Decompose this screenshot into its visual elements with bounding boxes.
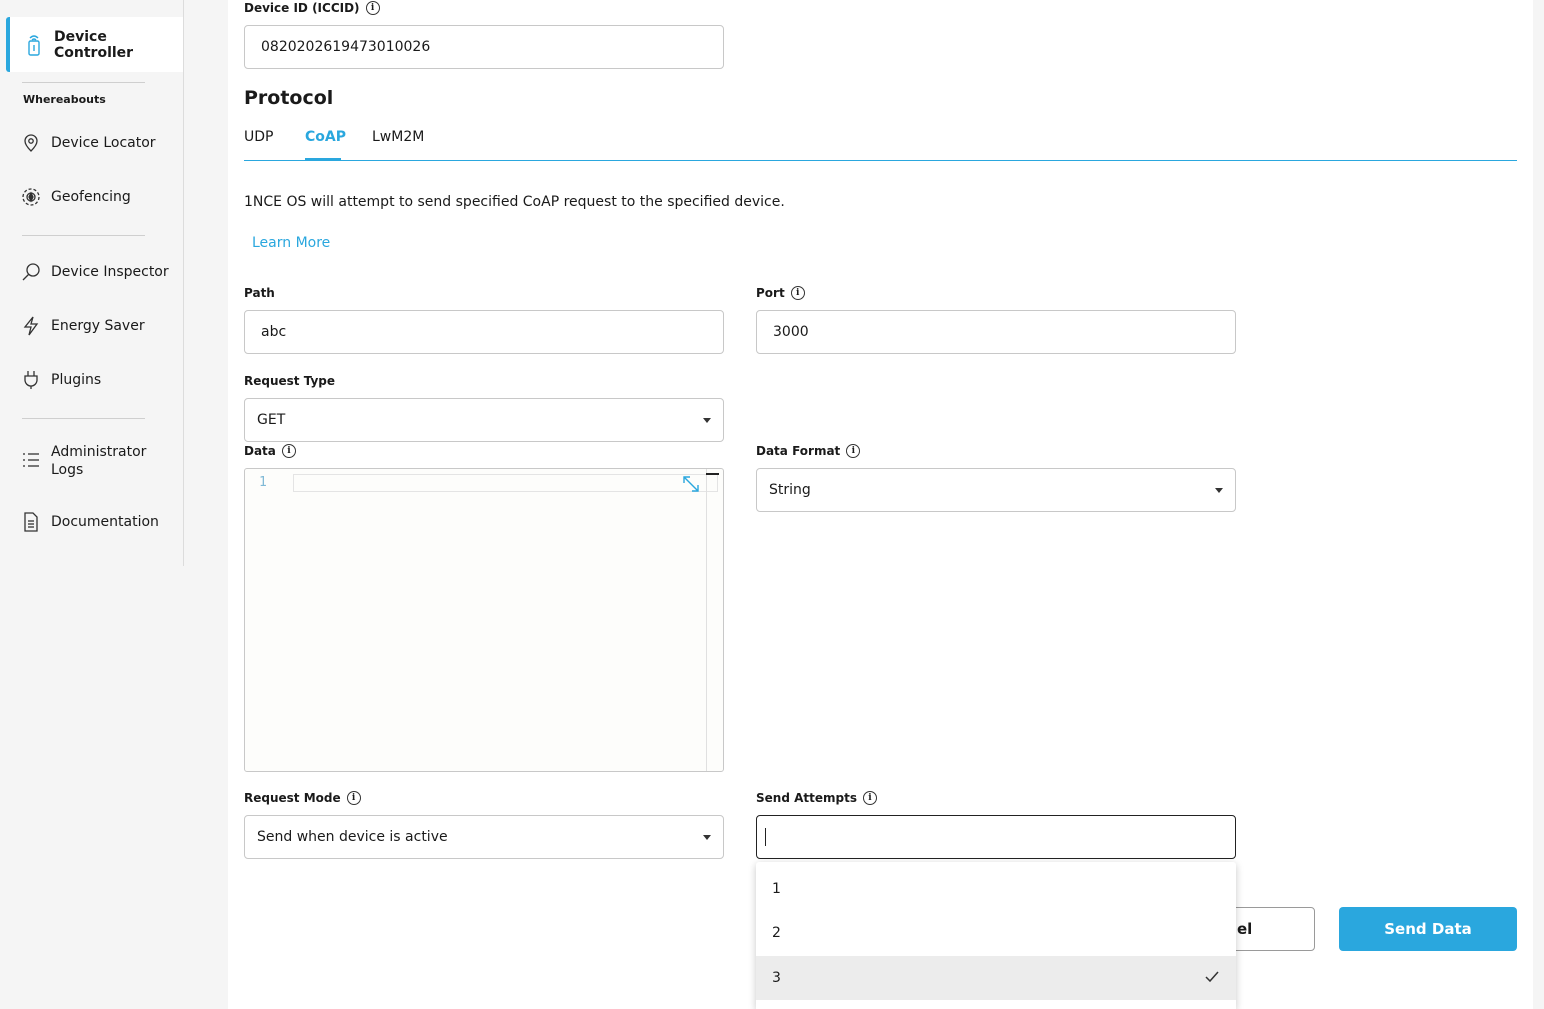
document-icon [20, 511, 42, 533]
request-mode-value: Send when device is active [257, 829, 448, 845]
dropdown-option-selected[interactable]: 3 [756, 956, 1236, 1000]
list-icon [20, 449, 42, 471]
expand-icon[interactable] [681, 474, 701, 494]
data-code-editor[interactable]: 1 [244, 468, 724, 772]
info-icon[interactable]: i [281, 444, 296, 458]
sidebar-item-device-controller[interactable]: Device Controller [6, 17, 183, 72]
data-format-label-text: Data Format [756, 444, 841, 458]
data-format-select[interactable]: String [756, 468, 1236, 512]
path-value: abc [261, 324, 287, 340]
data-format-label: Data Format i [756, 444, 861, 458]
sidebar-divider [22, 418, 145, 419]
send-attempts-dropdown: 1 2 3 [756, 862, 1236, 1009]
path-field[interactable]: abc [244, 310, 724, 354]
send-data-button-label: Send Data [1384, 920, 1472, 938]
dropdown-option[interactable]: 2 [756, 911, 1236, 955]
port-label: Port i [756, 286, 805, 300]
dropdown-option[interactable]: 1 [756, 867, 1236, 911]
send-attempts-label-text: Send Attempts [756, 791, 857, 805]
code-line-highlight [293, 474, 718, 492]
main-panel: Device ID (ICCID) i 0820202619473010026 … [228, 0, 1533, 1009]
sidebar-item-device-locator[interactable]: Device Locator [20, 132, 156, 154]
device-id-field[interactable]: 0820202619473010026 [244, 25, 724, 69]
sidebar-item-documentation[interactable]: Documentation [20, 511, 159, 533]
request-type-label-text: Request Type [244, 374, 336, 388]
text-cursor [765, 828, 766, 846]
sidebar-item-plugins[interactable]: Plugins [20, 369, 101, 391]
plug-icon [20, 369, 42, 391]
sidebar-item-device-inspector[interactable]: Device Inspector [20, 261, 169, 283]
info-icon[interactable]: i [346, 791, 361, 805]
chevron-down-icon [703, 835, 711, 840]
sidebar-item-administrator-logs[interactable]: Administrator Logs [20, 443, 151, 479]
editor-scrollbar-thumb[interactable] [706, 473, 719, 475]
line-number: 1 [259, 475, 267, 490]
sidebar-item-label: Geofencing [51, 189, 131, 205]
port-field[interactable]: 3000 [756, 310, 1236, 354]
editor-scrollbar[interactable] [706, 469, 707, 771]
path-label-text: Path [244, 286, 275, 300]
info-icon[interactable]: i [365, 1, 380, 15]
sidebar-item-label: Documentation [51, 514, 159, 530]
protocol-tabs: UDP CoAP LwM2M [244, 126, 1517, 161]
sidebar-section-title: Whereabouts [23, 93, 106, 106]
path-label: Path [244, 286, 275, 300]
sidebar-item-label: Device Locator [51, 135, 156, 151]
sidebar-item-label: Energy Saver [51, 318, 145, 334]
device-controller-icon [24, 34, 44, 56]
tab-udp[interactable]: UDP [244, 129, 273, 145]
sidebar-item-label: Device Controller [54, 28, 134, 61]
sidebar-divider [22, 235, 145, 236]
port-label-text: Port [756, 286, 785, 300]
device-id-label-text: Device ID (ICCID) [244, 1, 360, 15]
data-label: Data i [244, 444, 296, 458]
map-pin-icon [20, 132, 42, 154]
chevron-down-icon [1215, 488, 1223, 493]
geofence-icon [20, 186, 42, 208]
request-type-value: GET [257, 412, 286, 428]
data-label-text: Data [244, 444, 276, 458]
port-value: 3000 [773, 324, 809, 340]
sidebar: Device Controller Whereabouts Device Loc… [0, 0, 184, 566]
data-format-value: String [769, 482, 811, 498]
device-id-label: Device ID (ICCID) i [244, 1, 380, 15]
send-attempts-input[interactable] [756, 815, 1236, 859]
protocol-heading: Protocol [244, 87, 334, 109]
device-id-value: 0820202619473010026 [261, 39, 431, 55]
send-data-button[interactable]: Send Data [1339, 907, 1517, 951]
magnifier-icon [20, 261, 42, 283]
request-type-select[interactable]: GET [244, 398, 724, 442]
tab-coap[interactable]: CoAP [305, 129, 346, 145]
request-mode-label-text: Request Mode [244, 791, 341, 805]
info-icon[interactable]: i [862, 791, 877, 805]
cancel-button-label: el [1237, 920, 1253, 938]
checkmark-icon [1205, 971, 1219, 983]
chevron-down-icon [703, 418, 711, 423]
sidebar-item-label: Administrator Logs [51, 444, 147, 478]
option-label: 1 [772, 881, 781, 897]
sidebar-item-geofencing[interactable]: Geofencing [20, 186, 131, 208]
sidebar-item-energy-saver[interactable]: Energy Saver [20, 315, 145, 337]
option-label: 3 [772, 970, 781, 986]
info-icon[interactable]: i [846, 444, 861, 458]
request-mode-label: Request Mode i [244, 791, 361, 805]
sidebar-divider [22, 82, 145, 83]
request-type-label: Request Type [244, 374, 335, 388]
learn-more-link[interactable]: Learn More [252, 235, 330, 251]
tab-lwm2m[interactable]: LwM2M [372, 129, 424, 145]
option-label: 2 [772, 925, 781, 941]
lightning-icon [20, 315, 42, 337]
send-attempts-label: Send Attempts i [756, 791, 877, 805]
protocol-description: 1NCE OS will attempt to send specified C… [244, 194, 785, 210]
request-mode-select[interactable]: Send when device is active [244, 815, 724, 859]
info-icon[interactable]: i [790, 286, 805, 300]
sidebar-item-label: Plugins [51, 372, 102, 388]
active-tab-indicator [305, 158, 341, 161]
sidebar-item-label: Device Inspector [51, 264, 169, 280]
